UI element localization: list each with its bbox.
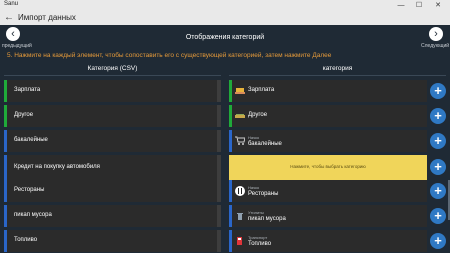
row-edge xyxy=(217,155,221,180)
fork-knife-icon xyxy=(235,186,245,196)
category-color-bar xyxy=(229,130,232,152)
csv-category-row[interactable]: пикап мусора xyxy=(4,205,221,227)
add-category-button[interactable]: + xyxy=(430,183,446,199)
mapped-category-row[interactable]: Утилиты пикап мусора xyxy=(229,205,427,227)
shopping-cart-icon xyxy=(235,136,245,145)
csv-category-label: Зарплата xyxy=(14,87,41,93)
csv-category-label: Рестораны xyxy=(14,187,45,193)
mapped-category-name: Рестораны xyxy=(248,191,279,197)
maximize-button[interactable]: ☐ xyxy=(412,0,426,11)
window-titlebar: Sanu — ☐ ✕ xyxy=(0,0,450,11)
fuel-pump-icon xyxy=(237,237,242,245)
category-color-bar xyxy=(229,105,232,127)
app-name: Sanu xyxy=(4,1,19,7)
mapped-parent-category: Транспорт xyxy=(248,235,268,240)
mapped-category-row[interactable]: Начко бакалейные xyxy=(229,130,427,152)
row-edge xyxy=(217,105,221,127)
add-category-button[interactable]: + xyxy=(430,108,446,124)
csv-category-label: пикап мусора xyxy=(14,212,52,218)
category-color-bar xyxy=(4,230,7,252)
money-icon xyxy=(235,114,245,118)
back-arrow-icon[interactable]: ← xyxy=(4,11,14,25)
select-category-prompt[interactable]: Нажмите, чтобы выбрать категорию xyxy=(229,155,427,180)
category-color-bar xyxy=(4,130,7,152)
mapped-parent-category: Утилиты xyxy=(248,210,264,215)
add-category-button[interactable]: + xyxy=(430,208,446,224)
trash-icon xyxy=(237,213,243,220)
csv-category-label: Кредит на покупку автомобиля xyxy=(14,164,100,170)
mapped-parent-category: Начко xyxy=(248,135,260,140)
category-color-bar xyxy=(229,230,232,252)
csv-category-row[interactable]: Топливо xyxy=(4,230,221,252)
add-category-button[interactable]: + xyxy=(430,159,446,175)
category-color-bar xyxy=(4,180,7,202)
csv-category-row[interactable]: Зарплата xyxy=(4,80,221,102)
category-color-bar xyxy=(4,155,7,180)
category-color-bar xyxy=(229,205,232,227)
page-title: Отображения категорий xyxy=(185,34,265,41)
add-category-button[interactable]: + xyxy=(430,233,446,249)
csv-category-row[interactable]: Другое xyxy=(4,105,221,127)
row-edge xyxy=(217,130,221,152)
add-category-button[interactable]: + xyxy=(430,133,446,149)
page-header-title: Импорт данных xyxy=(18,13,76,22)
page-header: ← Импорт данных xyxy=(0,11,450,25)
category-color-bar xyxy=(229,180,232,202)
previous-label: предыдущий xyxy=(2,43,32,49)
mapped-category-name: Зарплата xyxy=(248,87,275,93)
category-color-bar xyxy=(4,80,7,102)
row-edge xyxy=(217,205,221,227)
select-category-text: Нажмите, чтобы выбрать категорию xyxy=(290,164,366,169)
mapped-parent-category: Начко xyxy=(248,185,260,190)
money-hand-icon xyxy=(235,88,245,94)
category-color-bar xyxy=(4,205,7,227)
column-header-category: категория xyxy=(229,65,446,76)
mapped-category-row[interactable]: Транспорт Топливо xyxy=(229,230,427,252)
csv-category-label: Другое xyxy=(14,112,34,118)
row-edge xyxy=(217,80,221,102)
instruction-text: 5. Нажмите на каждый элемент, чтобы сопо… xyxy=(7,52,332,59)
mapped-category-row[interactable]: Зарплата xyxy=(229,80,427,102)
mapped-category-row[interactable]: Другое xyxy=(229,105,427,127)
csv-category-label: бакалейные xyxy=(14,137,48,143)
mapped-category-name: Другое xyxy=(248,112,268,118)
category-color-bar xyxy=(229,80,232,102)
category-color-bar xyxy=(4,105,7,127)
next-label: Следующий xyxy=(421,43,450,49)
close-button[interactable]: ✕ xyxy=(431,0,445,11)
row-edge xyxy=(217,230,221,252)
add-category-button[interactable]: + xyxy=(430,83,446,99)
csv-category-row[interactable]: Кредит на покупку автомобиля xyxy=(4,155,221,180)
mapped-category-name: пикап мусора xyxy=(248,216,286,222)
csv-category-row[interactable]: бакалейные xyxy=(4,130,221,152)
csv-category-row[interactable]: Рестораны xyxy=(4,180,221,202)
mapped-category-name: бакалейные xyxy=(248,141,282,147)
csv-category-label: Топливо xyxy=(14,237,38,243)
minimize-button[interactable]: — xyxy=(394,0,408,11)
column-header-csv: Категория (CSV) xyxy=(4,65,221,76)
row-edge xyxy=(217,180,221,202)
mapped-category-name: Топливо xyxy=(248,241,272,247)
mapped-category-row[interactable]: Начко Рестораны xyxy=(229,180,427,202)
